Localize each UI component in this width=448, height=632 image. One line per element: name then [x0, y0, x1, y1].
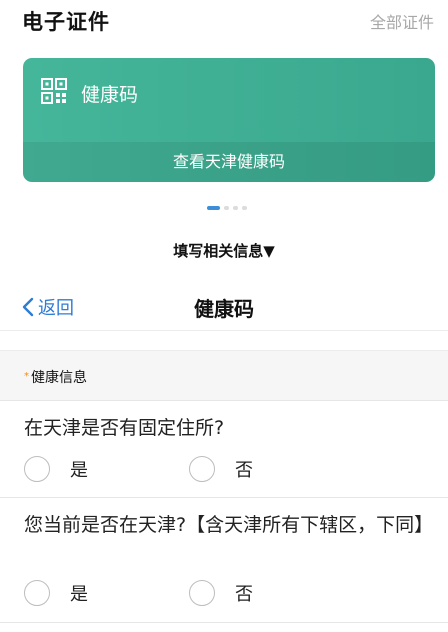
health-code-card[interactable]: 健康码 查看天津健康码 [23, 58, 435, 182]
section-label: * 健康信息 [24, 367, 87, 387]
radio-circle-icon[interactable] [24, 456, 50, 482]
card-header: 健康码 [23, 58, 435, 142]
carousel-dot-active [207, 206, 220, 210]
carousel-dot [224, 206, 229, 210]
all-certificates-link[interactable]: 全部证件 [370, 9, 434, 33]
divider [0, 622, 448, 623]
section-title: 健康信息 [31, 370, 87, 386]
option-no-radio[interactable]: 否 [189, 456, 253, 482]
page-title: 电子证件 [22, 10, 110, 34]
required-mark: * [24, 371, 29, 382]
card-title: 健康码 [81, 84, 139, 106]
option-yes-radio[interactable]: 是 [24, 456, 88, 482]
carousel-dot [242, 206, 247, 210]
radio-circle-icon[interactable] [189, 456, 215, 482]
radio-circle-icon[interactable] [189, 580, 215, 606]
question-text: 您当前是否在天津?【含天津所有下辖区，下同】 [24, 514, 434, 536]
option-label: 是 [70, 584, 88, 605]
carousel-dot [233, 206, 238, 210]
divider [0, 497, 448, 498]
section-header: * 健康信息 [0, 350, 448, 401]
nav-title: 健康码 [194, 297, 254, 321]
option-yes-radio[interactable]: 是 [24, 580, 88, 606]
question-text: 在天津是否有固定住所? [24, 417, 225, 439]
qr-code-icon [41, 78, 67, 104]
nav-bar: 返回 健康码 [0, 285, 448, 331]
radio-circle-icon[interactable] [24, 580, 50, 606]
option-no-radio[interactable]: 否 [189, 580, 253, 606]
fill-info-toggle[interactable]: 填写相关信息▼ [0, 240, 448, 261]
top-header: 电子证件 全部证件 [0, 0, 448, 40]
option-label: 否 [235, 460, 253, 481]
view-health-code-button[interactable]: 查看天津健康码 [23, 142, 435, 182]
option-label: 否 [235, 584, 253, 605]
option-label: 是 [70, 460, 88, 481]
